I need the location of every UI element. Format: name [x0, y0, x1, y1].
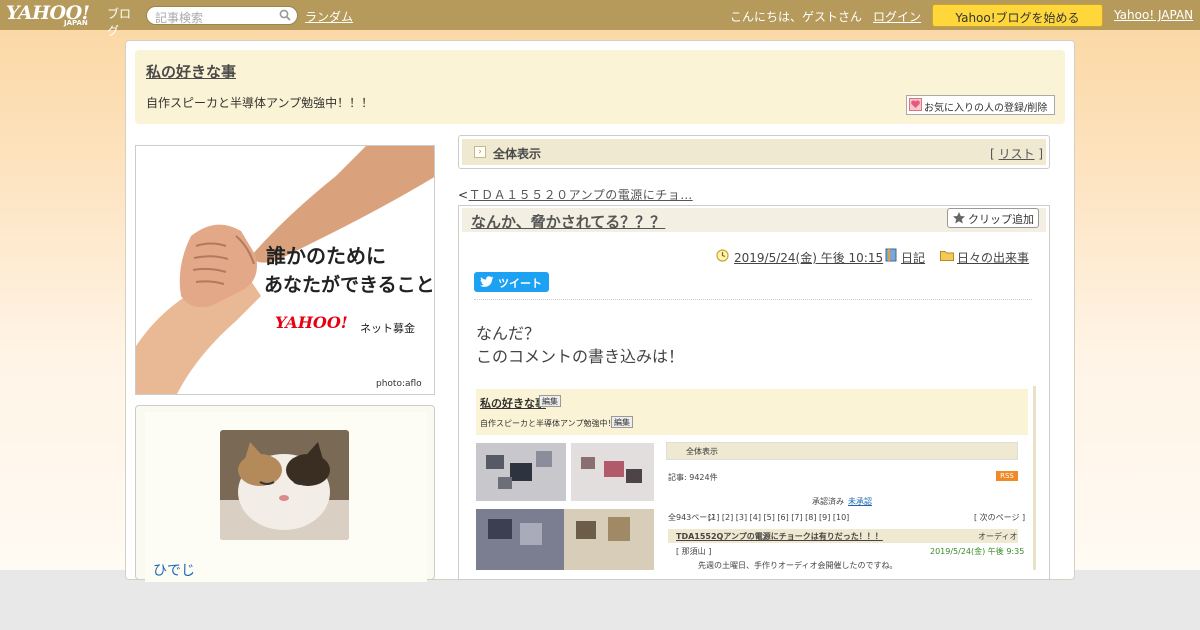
category-diary-link[interactable]: 日記	[901, 251, 925, 265]
chevron-right-icon: ›	[474, 146, 486, 158]
category-daily: 日々の出来事	[957, 249, 1029, 266]
embedded-row-title: TDA1552Qアンプの電源にチョークは有りだった！！！	[676, 532, 883, 541]
logo-blog-text: ブログ	[107, 7, 132, 38]
previous-post-nav: <ＴＤＡ１５５２０アンプの電源にチョ…	[458, 186, 693, 203]
embedded-rss-badge: RSS	[996, 471, 1018, 481]
post-date-link[interactable]: 2019/5/24(金) 午後 10:15	[734, 251, 883, 265]
embedded-pixelated-thumbnails	[476, 443, 654, 570]
embedded-description: 自作スピーカと半導体アンプ勉強中！！！	[480, 419, 632, 428]
embedded-blog-title: 私の好きな事	[480, 397, 546, 410]
previous-arrow: <	[458, 188, 469, 202]
ad-service-name: ネット募金	[360, 322, 415, 335]
ad-headline-line2: あなたができること	[264, 274, 435, 296]
meta-divider	[474, 299, 1032, 300]
category-diary: 日記	[901, 249, 925, 266]
random-link[interactable]: ランダム	[305, 8, 353, 25]
blog-title[interactable]: 私の好きな事	[146, 61, 236, 82]
previous-post-link[interactable]: ＴＤＡ１５５２０アンプの電源にチョ…	[469, 188, 693, 202]
embedded-next-page: [ 次のページ ]	[974, 513, 1026, 522]
embedded-page-numbers: [1] [2] [3] [4] [5] [6] [7] [8] [9] [10]	[708, 513, 850, 522]
yahoo-blog-logo[interactable]: YAHOO! JAPAN ブログ	[6, 2, 142, 38]
embedded-tab-bar	[666, 442, 1018, 460]
list-view-link[interactable]: リスト	[999, 147, 1035, 161]
book-icon	[885, 248, 897, 262]
embedded-row-category: オーディオ	[978, 532, 1018, 541]
view-tab-inner	[462, 139, 1046, 165]
profile-name-link[interactable]: ひでじ	[153, 560, 195, 580]
profile-avatar[interactable]	[220, 430, 349, 540]
article-title[interactable]: なんか、脅かされてる？？？	[471, 211, 665, 232]
sleeping-cat-photo	[220, 430, 349, 540]
twitter-bird-icon	[480, 276, 494, 287]
favorite-register-button[interactable]: お気に入りの人の登録/削除	[906, 95, 1055, 115]
list-bracket-open: [	[990, 147, 999, 161]
yahoo-japan-link[interactable]: Yahoo! JAPAN	[1114, 8, 1193, 22]
body-line-1: なんだ？	[476, 324, 541, 343]
embedded-row-author: [ 那須山 ]	[676, 547, 712, 556]
greeting-text: こんにちは、ゲストさん	[730, 10, 863, 24]
embedded-unapproved: 未承認	[848, 497, 872, 506]
search-input[interactable]: 記事検索	[146, 6, 298, 25]
logo-japan-text: JAPAN	[64, 19, 88, 27]
search-icon[interactable]	[279, 9, 291, 21]
ad-photo-credit: photo:aflo	[376, 379, 422, 389]
embedded-approved: 承認済み	[812, 497, 844, 506]
embedded-post-count: 記事: 9424件	[668, 473, 718, 482]
ad-yahoo-logo: YAHOO!	[275, 313, 348, 332]
heart-icon	[909, 98, 922, 111]
blog-description: 自作スピーカと半導体アンプ勉強中！！！	[146, 96, 374, 110]
embedded-tab-label: 全体表示	[686, 447, 718, 456]
clock-icon	[716, 249, 729, 262]
embedded-row-text: 先週の土曜日、手作りオーディオ会開催したのですね。	[698, 561, 898, 570]
embedded-edit-desc: 編集	[611, 416, 633, 428]
body-line-2: このコメントの書き込みは！	[476, 347, 685, 366]
embedded-row-date: 2019/5/24(金) 午後 9:35	[930, 547, 1025, 556]
list-bracket-close: ]	[1034, 147, 1044, 161]
post-date: 2019/5/24(金) 午後 10:15	[734, 249, 883, 266]
start-blog-button[interactable]: Yahoo!ブログを始める	[932, 4, 1103, 27]
login-link[interactable]: ログイン	[873, 8, 921, 25]
ad-headline-line1: 誰かのために	[266, 244, 386, 268]
list-view-toggle: [ リスト ]	[990, 145, 1043, 162]
article-body: なんだ？ このコメントの書き込みは！	[476, 322, 684, 368]
tab-all-posts[interactable]: 全体表示	[493, 145, 541, 162]
embedded-edit-title: 編集	[539, 395, 561, 407]
folder-icon	[940, 251, 954, 261]
star-icon	[953, 212, 965, 224]
category-daily-link[interactable]: 日々の出来事	[957, 251, 1029, 265]
